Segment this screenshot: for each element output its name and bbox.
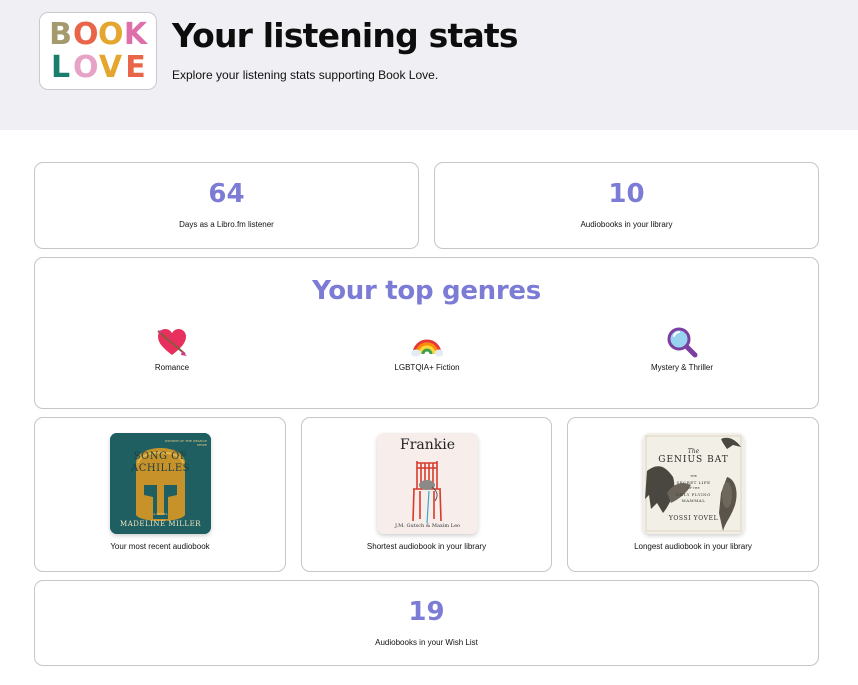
cover-author: YOSSI YOVEL (668, 515, 719, 522)
magnifying-glass-icon (667, 327, 698, 358)
genre-label: Mystery & Thriller (650, 363, 714, 372)
logo-letter: O (73, 17, 99, 52)
rainbow-icon (411, 339, 443, 357)
recent-audiobook-card[interactable]: WINNER OF THE ORANGE PRIZE SONG OF ACHIL… (34, 417, 286, 572)
genre-item-lgbtqia-fiction: LGBTQIA+ Fiction (337, 326, 517, 372)
cover-sub-line-2: SECRET LIFE (676, 480, 711, 485)
cover-author: J.M. Gutsch & Maxim Leo (394, 523, 461, 529)
cover-sub-line-1: THE (690, 474, 697, 478)
helmet-illustration (110, 433, 211, 534)
logo-letter: K (123, 17, 148, 52)
genre-label: LGBTQIA+ Fiction (394, 363, 460, 372)
logo-letter: L (50, 50, 71, 85)
logo-row-book: B O O K (48, 20, 148, 50)
recent-audiobook-caption: Your most recent audiobook (110, 542, 210, 551)
cover-title-line-2: ACHILLES (131, 463, 190, 474)
logo-row-love: L O V E (48, 53, 148, 83)
longest-audiobook-card[interactable]: The GENIUS BAT THE SECRET LIFE OF THE ON… (567, 417, 819, 572)
cover-sub-line-5: MAMMAL (681, 498, 706, 503)
cover-title: Frankie (399, 437, 455, 453)
frankie-cover[interactable]: Frankie J.M. Gutsch & Maxim Leo (377, 433, 478, 534)
page-subtitle: Explore your listening stats supporting … (172, 68, 439, 82)
logo-letter: V (98, 50, 123, 85)
wishlist-count-label: Audiobooks in your Wish List (375, 638, 478, 647)
library-count-card: 10 Audiobooks in your library (434, 162, 819, 249)
cover-the: The (687, 448, 700, 455)
days-listener-card: 64 Days as a Libro.fm listener (34, 162, 419, 249)
cover-title-line-1: SONG OF (133, 451, 188, 462)
cover-author: MADELINE MILLER (120, 520, 201, 528)
cover-sub-line-3: OF THE (687, 486, 700, 490)
cover-blurb: WINNER OF THE ORANGE PRIZE (164, 439, 207, 447)
song-of-achilles-cover[interactable]: WINNER OF THE ORANGE PRIZE SONG OF ACHIL… (110, 433, 211, 534)
cover-sub-line-4: ONLY FLYING (676, 492, 711, 497)
logo-letter: O (98, 17, 124, 52)
genre-item-romance: Romance (82, 326, 262, 372)
genius-bat-cover[interactable]: The GENIUS BAT THE SECRET LIFE OF THE ON… (643, 433, 744, 534)
page-header: B O O K L O V E Your listening stats Exp… (0, 0, 858, 130)
wishlist-count-card: 19 Audiobooks in your Wish List (34, 580, 819, 666)
library-count-value: 10 (608, 179, 645, 209)
days-listener-label: Days as a Libro.fm listener (179, 220, 274, 229)
logo-letter: B (49, 17, 72, 52)
longest-audiobook-caption: Longest audiobook in your library (634, 542, 752, 551)
top-genres-card: Your top genres Romance LGBTQIA+ Fiction… (34, 257, 819, 409)
logo-letter: E (125, 50, 146, 85)
shortest-audiobook-caption: Shortest audiobook in your library (366, 542, 487, 551)
top-genres-title: Your top genres (312, 276, 541, 306)
wishlist-count-value: 19 (408, 597, 445, 627)
cover-title: GENIUS BAT (658, 455, 729, 465)
shortest-audiobook-card[interactable]: Frankie J.M. Gutsch & Maxim Leo Shortest… (301, 417, 552, 572)
library-count-label: Audiobooks in your library (580, 220, 673, 229)
book-love-logo: B O O K L O V E (39, 12, 157, 90)
days-listener-value: 64 (208, 179, 245, 209)
genre-label: Romance (154, 363, 190, 372)
page-title: Your listening stats (172, 16, 519, 55)
cover-tag: A NOVEL (153, 512, 168, 516)
logo-letter: O (73, 50, 99, 85)
heart-arrow-icon (157, 329, 187, 356)
genre-item-mystery-thriller: Mystery & Thriller (592, 326, 772, 372)
